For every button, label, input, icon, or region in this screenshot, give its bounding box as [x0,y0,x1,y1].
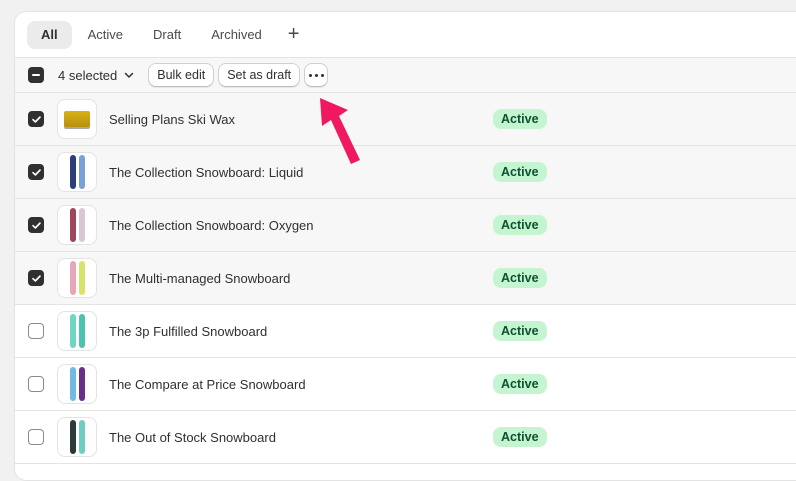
selected-count-dropdown[interactable]: 4 selected [58,68,135,83]
status-badge: Active [493,427,547,447]
row-checkbox[interactable] [28,217,44,233]
product-name[interactable]: The Out of Stock Snowboard [109,430,276,445]
row-checkbox[interactable] [28,111,44,127]
status-badge: Active [493,109,547,129]
snowboard-image [78,208,85,242]
status-badge: Active [493,268,547,288]
table-row[interactable]: The Collection Snowboard: Oxygen Active [15,199,796,252]
row-checkbox[interactable] [28,376,44,392]
tab-archived[interactable]: Archived [197,21,276,49]
checkmark-icon [31,115,41,123]
row-checkbox[interactable] [28,323,44,339]
row-checkbox[interactable] [28,270,44,286]
status-badge: Active [493,374,547,394]
checkmark-icon [31,168,41,176]
annotation-arrow-icon [320,98,360,164]
table-row[interactable]: The Multi-managed Snowboard Active [15,252,796,305]
table-row[interactable]: Selling Plans Ski Wax Active [15,93,796,146]
tab-draft[interactable]: Draft [139,21,195,49]
row-checkbox[interactable] [28,429,44,445]
selected-count-label: 4 selected [58,67,118,83]
snowboard-image [78,367,85,401]
checkmark-icon [31,274,41,282]
product-thumbnail[interactable] [57,364,97,404]
products-card: All Active Draft Archived + 4 selected B… [14,11,796,481]
bulk-actions-bar: 4 selected Bulk edit Set as draft [15,58,796,93]
snowboard-image [69,314,76,348]
product-thumbnail[interactable] [57,311,97,351]
table-row[interactable]: The 3p Fulfilled Snowboard Active [15,305,796,358]
snowboard-image [78,420,85,454]
tab-active[interactable]: Active [74,21,137,49]
status-badge: Active [493,215,547,235]
product-list: Selling Plans Ski Wax Active The Collectio… [15,93,796,464]
checkmark-icon [31,221,41,229]
set-as-draft-button[interactable]: Set as draft [218,63,301,87]
view-tabs: All Active Draft Archived + [15,12,796,58]
product-thumbnail[interactable] [57,152,97,192]
snowboard-image [69,261,76,295]
bulk-edit-button[interactable]: Bulk edit [148,63,215,87]
snowboard-image [69,420,76,454]
tab-all[interactable]: All [27,20,72,49]
product-name[interactable]: The 3p Fulfilled Snowboard [109,324,267,339]
snowboard-image [78,314,85,348]
snowboard-image [69,208,76,242]
product-name[interactable]: The Compare at Price Snowboard [109,377,306,392]
snowboard-image [69,155,76,189]
status-badge: Active [493,321,547,341]
row-checkbox[interactable] [28,164,44,180]
add-view-icon[interactable]: + [278,21,310,49]
product-name[interactable]: The Collection Snowboard: Liquid [109,165,303,180]
snowboard-image [69,367,76,401]
ski-wax-image [64,111,90,127]
status-badge: Active [493,162,547,182]
snowboard-image [78,155,85,189]
product-thumbnail[interactable] [57,417,97,457]
chevron-down-icon [125,72,134,78]
table-row[interactable]: The Compare at Price Snowboard Active [15,358,796,411]
product-thumbnail[interactable] [57,258,97,298]
more-actions-button[interactable] [304,63,329,87]
product-name[interactable]: The Collection Snowboard: Oxygen [109,218,314,233]
more-dots-icon [308,73,324,77]
table-row[interactable]: The Out of Stock Snowboard Active [15,411,796,464]
select-all-checkbox[interactable] [28,67,44,83]
snowboard-image [78,261,85,295]
product-name[interactable]: The Multi-managed Snowboard [109,271,290,286]
product-thumbnail[interactable] [57,205,97,245]
table-row[interactable]: The Collection Snowboard: Liquid Active [15,146,796,199]
product-thumbnail[interactable] [57,99,97,139]
product-name[interactable]: Selling Plans Ski Wax [109,112,235,127]
